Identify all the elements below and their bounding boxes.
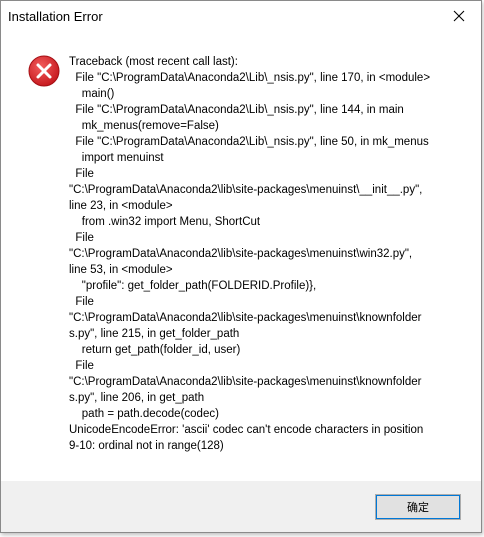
error-icon [28, 55, 60, 87]
dialog-title: Installation Error [8, 8, 103, 24]
title-bar[interactable]: Installation Error [1, 1, 481, 31]
close-icon [453, 10, 465, 22]
dialog-content: Traceback (most recent call last): File … [1, 31, 481, 481]
ok-button[interactable]: 确定 [375, 494, 461, 520]
error-traceback-text: Traceback (most recent call last): File … [69, 56, 431, 452]
installation-error-dialog: Installation Error Traceback (most recen… [0, 0, 482, 533]
close-button[interactable] [437, 1, 481, 31]
